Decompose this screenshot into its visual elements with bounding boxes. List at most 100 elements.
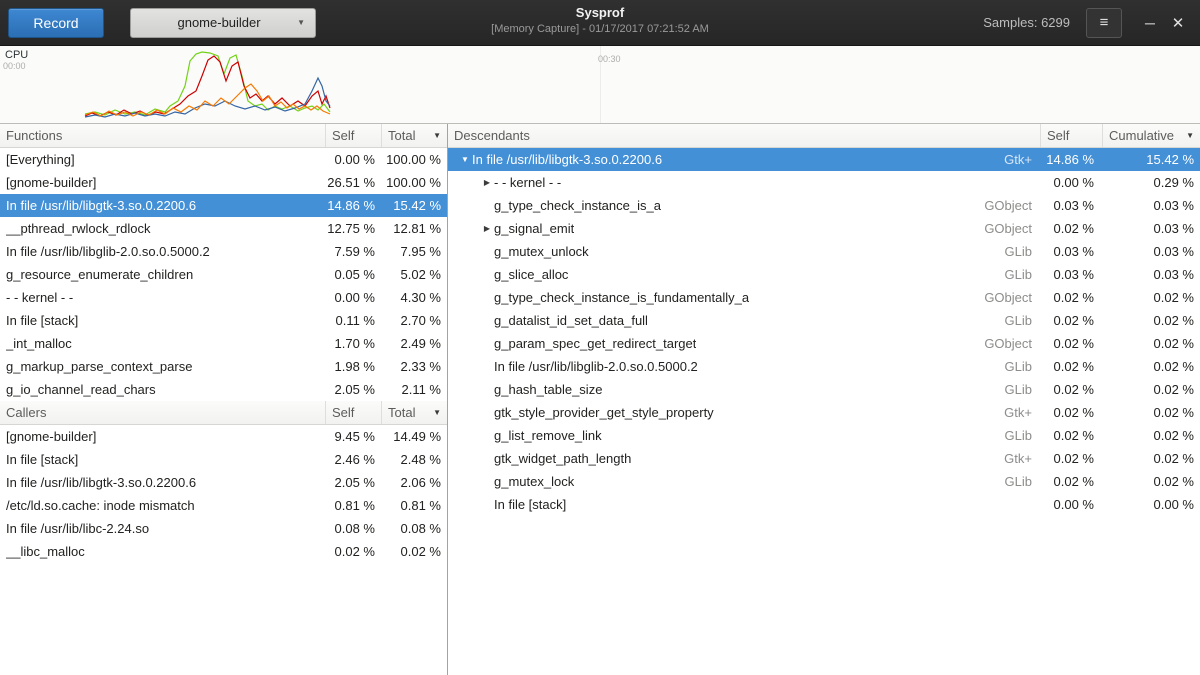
cumulative-value: 0.03 % bbox=[1102, 267, 1200, 282]
column-header-descendants-self[interactable]: Self bbox=[1040, 124, 1102, 147]
minimize-button[interactable]: ─ bbox=[1136, 8, 1164, 38]
descendants-table-row[interactable]: g_mutex_lockGLib0.02 %0.02 % bbox=[448, 470, 1200, 493]
functions-table-row[interactable]: __pthread_rwlock_rdlock12.75 %12.81 % bbox=[0, 217, 447, 240]
sort-indicator-icon: ▼ bbox=[1186, 131, 1194, 140]
callers-table-row[interactable]: In file /usr/lib/libc-2.24.so0.08 %0.08 … bbox=[0, 517, 447, 540]
functions-panel: Functions Self Total ▼ [Everything]0.00 … bbox=[0, 124, 448, 675]
column-header-descendants[interactable]: Descendants bbox=[448, 124, 1040, 147]
column-header-callers[interactable]: Callers bbox=[0, 401, 325, 424]
descendants-table-row[interactable]: g_type_check_instance_is_aGObject0.03 %0… bbox=[448, 194, 1200, 217]
descendants-table-row[interactable]: In file /usr/lib/libglib-2.0.so.0.5000.2… bbox=[448, 355, 1200, 378]
descendant-name: gtk_style_provider_get_style_property bbox=[494, 405, 714, 420]
column-header-self[interactable]: Self bbox=[325, 124, 381, 147]
functions-table-row[interactable]: [gnome-builder]26.51 %100.00 % bbox=[0, 171, 447, 194]
expander-open-icon[interactable]: ▼ bbox=[458, 155, 472, 164]
descendants-table-row[interactable]: gtk_style_provider_get_style_propertyGtk… bbox=[448, 401, 1200, 424]
record-button[interactable]: Record bbox=[8, 8, 104, 38]
process-selector[interactable]: gnome-builder ▼ bbox=[130, 8, 316, 38]
category-label: GLib bbox=[995, 267, 1040, 282]
menu-button[interactable]: ≡ bbox=[1086, 8, 1122, 38]
functions-table-row[interactable]: [Everything]0.00 %100.00 % bbox=[0, 148, 447, 171]
callers-table-row[interactable]: In file [stack]2.46 %2.48 % bbox=[0, 448, 447, 471]
descendants-table-row[interactable]: g_hash_table_sizeGLib0.02 %0.02 % bbox=[448, 378, 1200, 401]
callers-table-row[interactable]: [gnome-builder]9.45 %14.49 % bbox=[0, 425, 447, 448]
column-header-total[interactable]: Total ▼ bbox=[381, 124, 447, 147]
category-label: GLib bbox=[995, 382, 1040, 397]
main-split: Functions Self Total ▼ [Everything]0.00 … bbox=[0, 124, 1200, 675]
total-value: 0.08 % bbox=[381, 521, 447, 536]
category-label: GObject bbox=[974, 198, 1040, 213]
callers-table-row[interactable]: __libc_malloc0.02 %0.02 % bbox=[0, 540, 447, 563]
function-name-cell: [gnome-builder] bbox=[0, 429, 325, 444]
total-value: 2.11 % bbox=[381, 382, 447, 397]
total-value: 100.00 % bbox=[381, 175, 447, 190]
descendants-table-row[interactable]: ▶- - kernel - -0.00 %0.29 % bbox=[448, 171, 1200, 194]
functions-table-row[interactable]: In file /usr/lib/libgtk-3.so.0.2200.614.… bbox=[0, 194, 447, 217]
descendants-table-row[interactable]: g_list_remove_linkGLib0.02 %0.02 % bbox=[448, 424, 1200, 447]
function-name-cell: g_resource_enumerate_children bbox=[0, 267, 325, 282]
descendant-name: g_param_spec_get_redirect_target bbox=[494, 336, 696, 351]
functions-table-row[interactable]: In file /usr/lib/libglib-2.0.so.0.5000.2… bbox=[0, 240, 447, 263]
cumulative-value: 0.03 % bbox=[1102, 198, 1200, 213]
cumulative-value: 0.02 % bbox=[1102, 405, 1200, 420]
self-value: 7.59 % bbox=[325, 244, 381, 259]
self-value: 1.98 % bbox=[325, 359, 381, 374]
descendants-table-row[interactable]: g_datalist_id_set_data_fullGLib0.02 %0.0… bbox=[448, 309, 1200, 332]
column-header-functions[interactable]: Functions bbox=[0, 124, 325, 147]
function-name-cell: - - kernel - - bbox=[0, 290, 325, 305]
functions-header-row: Functions Self Total ▼ bbox=[0, 124, 447, 148]
cumulative-value: 0.02 % bbox=[1102, 382, 1200, 397]
cumulative-value: 0.02 % bbox=[1102, 474, 1200, 489]
column-header-callers-total[interactable]: Total ▼ bbox=[381, 401, 447, 424]
time-label-mid: 00:30 bbox=[598, 54, 621, 64]
function-name-cell: __pthread_rwlock_rdlock bbox=[0, 221, 325, 236]
descendant-name-cell: g_slice_allocGLib bbox=[448, 267, 1040, 282]
expander-closed-icon[interactable]: ▶ bbox=[480, 224, 494, 233]
descendant-name-cell: ▶g_signal_emitGObject bbox=[448, 221, 1040, 236]
descendants-table-row[interactable]: g_mutex_unlockGLib0.03 %0.03 % bbox=[448, 240, 1200, 263]
function-name-cell: [gnome-builder] bbox=[0, 175, 325, 190]
descendants-table-row[interactable]: g_type_check_instance_is_fundamentally_a… bbox=[448, 286, 1200, 309]
expander-closed-icon[interactable]: ▶ bbox=[480, 178, 494, 187]
callers-table-row[interactable]: In file /usr/lib/libgtk-3.so.0.2200.62.0… bbox=[0, 471, 447, 494]
functions-table-row[interactable]: In file [stack]0.11 %2.70 % bbox=[0, 309, 447, 332]
cpu-graph[interactable]: CPU 00:00 00:30 bbox=[0, 46, 1200, 124]
descendants-table-row[interactable]: ▶g_signal_emitGObject0.02 %0.03 % bbox=[448, 217, 1200, 240]
self-value: 0.02 % bbox=[1040, 313, 1102, 328]
functions-table-row[interactable]: g_io_channel_read_chars2.05 %2.11 % bbox=[0, 378, 447, 401]
functions-table-row[interactable]: - - kernel - -0.00 %4.30 % bbox=[0, 286, 447, 309]
chevron-down-icon: ▼ bbox=[297, 18, 305, 27]
cumulative-value: 0.02 % bbox=[1102, 428, 1200, 443]
descendant-name: g_type_check_instance_is_a bbox=[494, 198, 661, 213]
descendants-table-row[interactable]: g_param_spec_get_redirect_targetGObject0… bbox=[448, 332, 1200, 355]
descendants-table-row[interactable]: ▼In file /usr/lib/libgtk-3.so.0.2200.6Gt… bbox=[448, 148, 1200, 171]
function-name-cell: [Everything] bbox=[0, 152, 325, 167]
cumulative-value: 0.02 % bbox=[1102, 451, 1200, 466]
hamburger-icon: ≡ bbox=[1100, 14, 1109, 31]
function-name: /etc/ld.so.cache: inode mismatch bbox=[6, 498, 195, 513]
descendants-table-row[interactable]: g_slice_allocGLib0.03 %0.03 % bbox=[448, 263, 1200, 286]
cpu-label: CPU bbox=[5, 49, 28, 61]
functions-table-row[interactable]: _int_malloc1.70 %2.49 % bbox=[0, 332, 447, 355]
function-name-cell: In file [stack] bbox=[0, 313, 325, 328]
close-button[interactable]: ✕ bbox=[1164, 8, 1192, 38]
self-value: 0.03 % bbox=[1040, 198, 1102, 213]
cumulative-value: 15.42 % bbox=[1102, 152, 1200, 167]
functions-table-row[interactable]: g_markup_parse_context_parse1.98 %2.33 % bbox=[0, 355, 447, 378]
callers-table-row[interactable]: /etc/ld.so.cache: inode mismatch0.81 %0.… bbox=[0, 494, 447, 517]
callers-header-row: Callers Self Total ▼ bbox=[0, 401, 447, 425]
functions-table-row[interactable]: g_resource_enumerate_children0.05 %5.02 … bbox=[0, 263, 447, 286]
total-value: 0.02 % bbox=[381, 544, 447, 559]
column-header-callers-self[interactable]: Self bbox=[325, 401, 381, 424]
self-value: 0.00 % bbox=[1040, 497, 1102, 512]
descendants-table-row[interactable]: In file [stack]0.00 %0.00 % bbox=[448, 493, 1200, 516]
function-name: In file /usr/lib/libgtk-3.so.0.2200.6 bbox=[6, 475, 196, 490]
descendant-name: g_type_check_instance_is_fundamentally_a bbox=[494, 290, 749, 305]
sort-indicator-icon: ▼ bbox=[433, 408, 441, 417]
descendants-table-row[interactable]: gtk_widget_path_lengthGtk+0.02 %0.02 % bbox=[448, 447, 1200, 470]
self-value: 0.02 % bbox=[1040, 336, 1102, 351]
category-label: GObject bbox=[974, 221, 1040, 236]
column-header-cumulative[interactable]: Cumulative ▼ bbox=[1102, 124, 1200, 147]
self-value: 9.45 % bbox=[325, 429, 381, 444]
descendant-name: In file /usr/lib/libgtk-3.so.0.2200.6 bbox=[472, 152, 662, 167]
